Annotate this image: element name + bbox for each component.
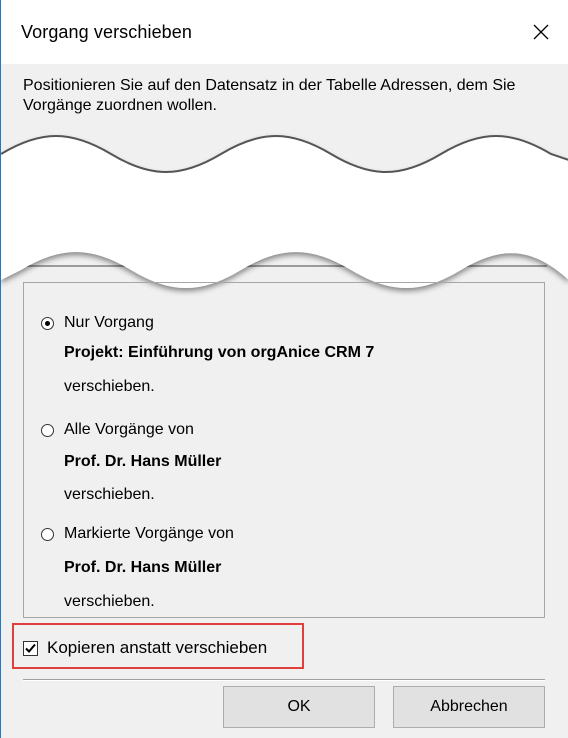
close-button[interactable] <box>513 0 568 64</box>
radio-label-marked-processes: Markierte Vorgänge von <box>64 525 234 542</box>
radio-only-this-process[interactable]: Nur Vorgang <box>41 314 154 332</box>
checkmark-icon <box>25 643 36 653</box>
radio-button[interactable] <box>41 423 54 437</box>
copy-checkbox[interactable] <box>23 640 38 656</box>
copy-checkbox-label: Kopieren anstatt verschieben <box>47 638 268 657</box>
radio-all-processes[interactable]: Alle Vorgänge von <box>41 421 194 439</box>
close-icon <box>533 24 549 40</box>
ok-button[interactable]: OK <box>223 686 375 728</box>
copy-instead-of-move-option[interactable]: Kopieren anstatt verschieben <box>23 638 267 658</box>
option-suffix: verschieben. <box>64 378 155 395</box>
selected-process-name: Projekt: Einführung von orgAnice CRM 7 <box>64 344 375 361</box>
divider <box>23 679 545 681</box>
option-suffix: verschieben. <box>64 593 155 610</box>
radio-button[interactable] <box>41 527 54 541</box>
contact-name: Prof. Dr. Hans Müller <box>64 559 222 576</box>
radio-marked-processes[interactable]: Markierte Vorgänge von <box>41 525 234 543</box>
contact-name: Prof. Dr. Hans Müller <box>64 453 222 470</box>
dialog-title: Vorgang verschieben <box>21 22 193 42</box>
radio-label-only-this-process: Nur Vorgang <box>64 314 154 331</box>
option-suffix: verschieben. <box>64 486 155 503</box>
cancel-button[interactable]: Abbrechen <box>393 686 545 728</box>
title-bar: Vorgang verschieben <box>1 0 568 64</box>
move-process-dialog: Vorgang verschieben Positionieren Sie au… <box>0 0 568 738</box>
intro-text: Positionieren Sie auf den Datensatz in d… <box>23 77 516 114</box>
radio-label-all-processes: Alle Vorgänge von <box>64 421 194 438</box>
radio-button-checked[interactable] <box>41 316 54 330</box>
